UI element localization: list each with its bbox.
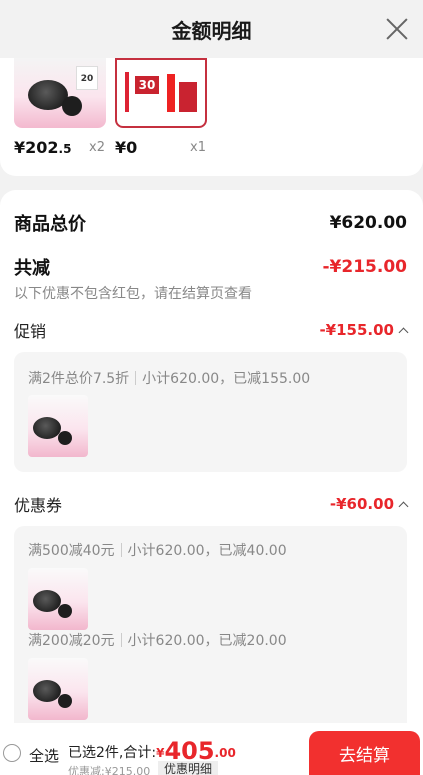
- promotion-label: 促销: [14, 322, 47, 341]
- coupon-box: 满500减40元 小计620.00，已减40.00 满200减20元 小计620.0…: [14, 526, 407, 746]
- product-badge: 30: [135, 76, 159, 94]
- product-price: ¥202.5: [14, 138, 72, 157]
- chevron-up-icon[interactable]: [398, 327, 409, 337]
- product-image[interactable]: 30: [115, 58, 207, 128]
- total-value: ¥620.00: [329, 213, 407, 233]
- header: 金额明细: [0, 0, 423, 58]
- product-thumbnail: [28, 658, 88, 720]
- promotion-rule: 满2件总价7.5折 小计620.00，已减155.00: [28, 371, 311, 387]
- promotion-value: -¥155.00: [319, 321, 409, 339]
- product-qty: x2: [89, 140, 105, 155]
- checkout-bar: 全选 已选2件,合计:¥405.00 优惠减:¥215.00 优惠明细 去结算: [0, 723, 423, 775]
- product-card: 20 30 ¥202.5 x2 ¥0 x1: [0, 58, 423, 176]
- amount-detail-card: 商品总价 ¥620.00 共减 -¥215.00 以下优惠不包含红包，请在结算页…: [0, 190, 423, 775]
- product-badge: 20: [76, 66, 98, 90]
- page-title: 金额明细: [171, 18, 252, 43]
- reduce-row: 共减 -¥215.00: [14, 254, 407, 280]
- coupon-row[interactable]: 优惠券 -¥60.00: [14, 492, 409, 516]
- coupon-rule: 满200减20元 小计620.00，已减20.00: [28, 633, 287, 649]
- reduce-value: -¥215.00: [322, 257, 408, 277]
- select-all-radio[interactable]: [3, 744, 21, 762]
- total-row: 商品总价 ¥620.00: [14, 210, 407, 236]
- select-all-label[interactable]: 全选: [29, 745, 59, 766]
- product-price: ¥0: [115, 138, 138, 157]
- close-icon[interactable]: [385, 17, 409, 41]
- discount-total: 优惠减:¥215.00: [68, 765, 151, 775]
- coupon-label: 优惠券: [14, 496, 63, 515]
- chevron-up-icon[interactable]: [398, 501, 409, 511]
- reduce-label: 共减: [14, 258, 50, 279]
- total-label: 商品总价: [14, 214, 86, 235]
- product-image[interactable]: 20: [14, 58, 106, 128]
- promotion-row[interactable]: 促销 -¥155.00: [14, 318, 409, 342]
- product-thumbnail: [28, 395, 88, 457]
- product-thumbnail: [28, 568, 88, 630]
- checkout-button[interactable]: 去结算: [309, 731, 420, 775]
- discount-note: 以下优惠不包含红包，请在结算页查看: [14, 286, 252, 302]
- discount-detail-button[interactable]: 优惠明细: [158, 761, 219, 775]
- product-qty: x1: [190, 140, 206, 155]
- coupon-value: -¥60.00: [330, 495, 409, 513]
- coupon-rule: 满500减40元 小计620.00，已减40.00: [28, 543, 287, 559]
- promotion-box: 满2件总价7.5折 小计620.00，已减155.00: [14, 352, 407, 472]
